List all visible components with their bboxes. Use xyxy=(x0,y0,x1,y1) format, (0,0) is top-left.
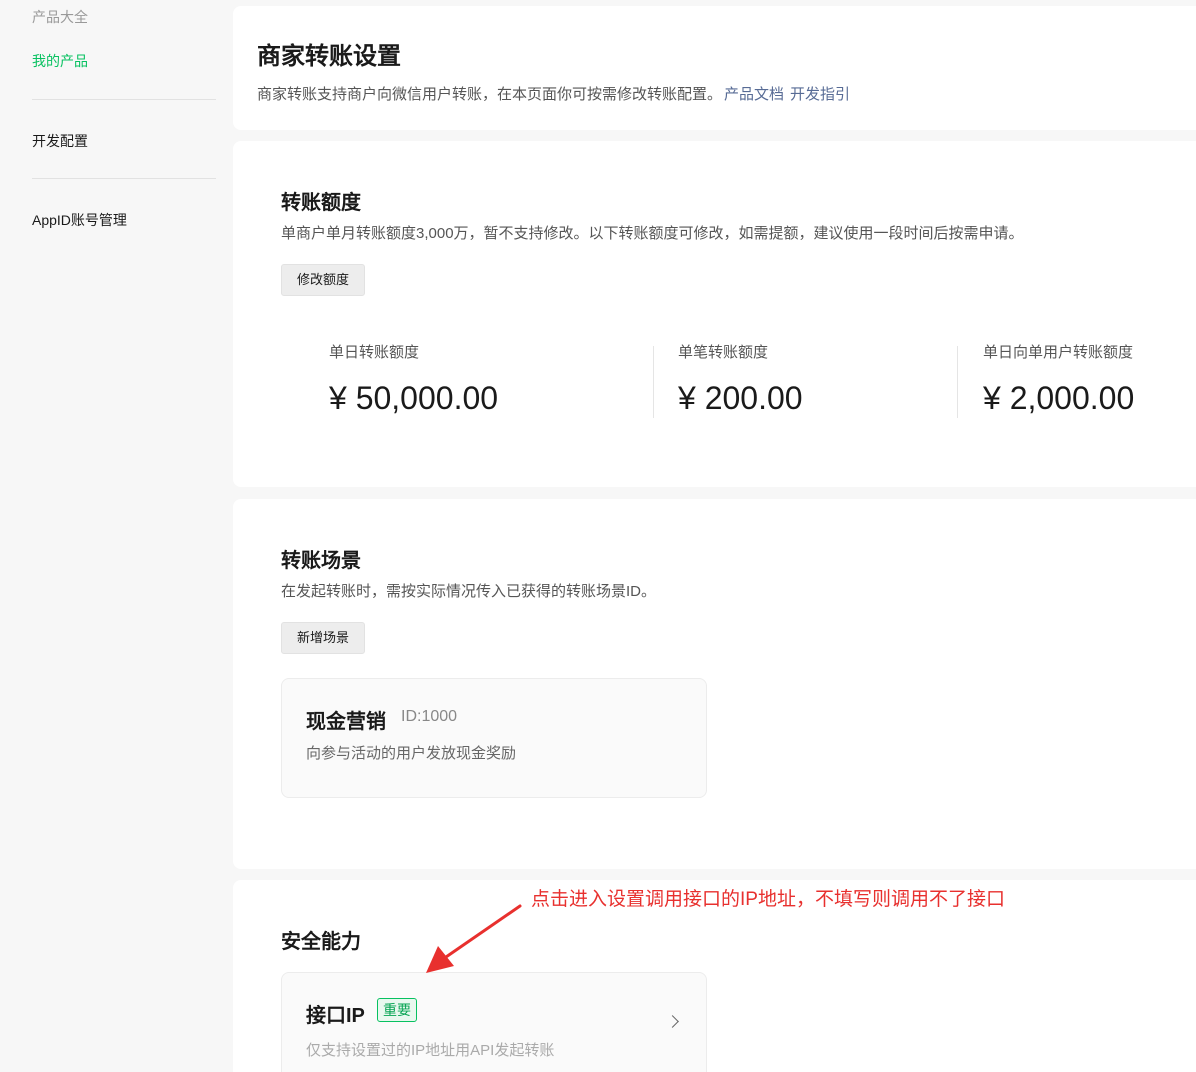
modify-quota-button[interactable]: 修改额度 xyxy=(281,264,366,296)
scenes-title: 转账场景 xyxy=(281,550,361,572)
quota-daily-value: ¥ 50,000.00 xyxy=(329,380,499,416)
page-description: 商家转账支持商户向微信用户转账，在本页面你可按需修改转账配置。 产品文档 开发指引 xyxy=(257,83,850,104)
scene-description: 向参与活动的用户发放现金奖励 xyxy=(306,745,517,762)
quota-title: 转账额度 xyxy=(281,192,361,214)
quota-daily-per-user: 单日向单用户转账额度 ¥ 2,000.00 xyxy=(983,341,1134,417)
quota-daily-per-user-value: ¥ 2,000.00 xyxy=(983,380,1135,416)
api-ip-description: 仅支持设置过的IP地址用API发起转账 xyxy=(306,1042,555,1059)
scenes-card: 转账场景 在发起转账时，需按实际情况传入已获得的转账场景ID。 新增场景 现金营… xyxy=(233,499,1196,869)
quota-daily-label: 单日转账额度 xyxy=(329,344,420,361)
quota-single-label: 单笔转账额度 xyxy=(678,344,769,361)
quota-description: 单商户单月转账额度3,000万，暂不支持修改。以下转账额度可修改，如需提额，建议… xyxy=(281,225,1024,242)
quota-divider xyxy=(653,346,654,418)
header-card: 商家转账设置 商家转账支持商户向微信用户转账，在本页面你可按需修改转账配置。 产品… xyxy=(233,6,1196,130)
page: 产品大全 我的产品 开发配置 AppID账号管理 商家转账设置 商家转账支持商户… xyxy=(0,0,1196,1072)
sidebar-item-appid-management[interactable]: AppID账号管理 xyxy=(32,210,127,230)
sidebar-item-my-products[interactable]: 我的产品 xyxy=(32,51,88,71)
sidebar: 产品大全 我的产品 开发配置 AppID账号管理 xyxy=(0,0,232,1072)
sidebar-divider xyxy=(32,99,216,100)
annotation-text: 点击进入设置调用接口的IP地址，不填写则调用不了接口 xyxy=(531,889,1005,910)
page-description-text: 商家转账支持商户向微信用户转账，在本页面你可按需修改转账配置。 xyxy=(257,86,723,103)
add-scene-button[interactable]: 新增场景 xyxy=(281,622,366,654)
page-title: 商家转账设置 xyxy=(257,43,401,70)
quota-daily: 单日转账额度 ¥ 50,000.00 xyxy=(329,341,498,417)
quota-daily-per-user-label: 单日向单用户转账额度 xyxy=(983,344,1134,361)
sidebar-divider xyxy=(32,178,216,179)
sidebar-item-dev-config[interactable]: 开发配置 xyxy=(32,131,88,151)
quota-single-value: ¥ 200.00 xyxy=(678,380,803,416)
security-title: 安全能力 xyxy=(281,931,361,953)
product-doc-link[interactable]: 产品文档 xyxy=(724,86,784,103)
api-ip-title: 接口IP xyxy=(306,1005,365,1027)
scene-title: 现金营销 xyxy=(306,711,386,733)
scene-id: ID:1000 xyxy=(401,708,458,725)
scene-card[interactable]: 现金营销 ID:1000 向参与活动的用户发放现金奖励 xyxy=(281,678,707,798)
quota-card: 转账额度 单商户单月转账额度3,000万，暂不支持修改。以下转账额度可修改，如需… xyxy=(233,141,1196,487)
scenes-description: 在发起转账时，需按实际情况传入已获得的转账场景ID。 xyxy=(281,583,657,600)
quota-divider xyxy=(957,346,958,418)
quota-single: 单笔转账额度 ¥ 200.00 xyxy=(678,341,803,417)
dev-guide-link[interactable]: 开发指引 xyxy=(790,86,850,103)
chevron-right-icon xyxy=(666,1015,679,1028)
important-badge: 重要 xyxy=(377,998,417,1022)
sidebar-item-all-products[interactable]: 产品大全 xyxy=(32,7,88,27)
api-ip-card[interactable]: 接口IP 重要 仅支持设置过的IP地址用API发起转账 xyxy=(281,972,707,1072)
